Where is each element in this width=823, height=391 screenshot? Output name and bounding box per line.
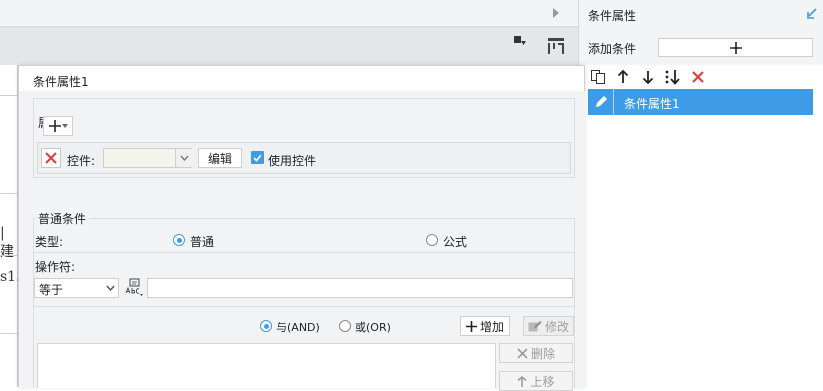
collapse-arrow-icon[interactable]: [552, 7, 560, 19]
arrow-up-icon: [517, 375, 528, 387]
operator-label: 操作符:: [35, 260, 76, 274]
control-select[interactable]: [103, 148, 192, 168]
type-formula-label: 公式: [443, 235, 468, 249]
remove-control-button[interactable]: [41, 148, 61, 168]
close-icon: [45, 152, 57, 164]
delete-button[interactable]: 删除: [499, 343, 573, 363]
add-control-button[interactable]: [43, 116, 73, 136]
pane-title: 条件属性: [588, 9, 637, 23]
condition-list[interactable]: [37, 343, 496, 388]
modify-button-label: 修改: [544, 319, 569, 334]
modify-button[interactable]: 修改: [523, 316, 574, 336]
logic-and-radio[interactable]: [260, 320, 272, 332]
edit-button-label: 编辑: [207, 151, 232, 166]
condition-toolbar: [588, 67, 708, 87]
type-normal-label: 普通: [190, 235, 215, 249]
copy-icon[interactable]: [588, 67, 608, 87]
dialog-title: 条件属性1: [33, 75, 89, 89]
close-icon: [517, 347, 528, 359]
operator-value-input[interactable]: [147, 278, 573, 298]
plus-icon: [729, 41, 742, 54]
background-sheet-strip: |建 s1.: [0, 65, 21, 387]
type-formula-radio[interactable]: [426, 234, 438, 246]
add-condition-row: 添加条件: [579, 30, 823, 65]
add-condition-button[interactable]: [658, 38, 813, 57]
chevron-down-icon[interactable]: [102, 279, 119, 297]
condition-properties-pane: 条件属性 添加条件 条件属性1: [578, 0, 823, 387]
list-item[interactable]: 条件属性1: [588, 89, 813, 115]
logic-and-label: 与(AND): [276, 321, 320, 334]
use-control-label: 使用控件: [268, 154, 317, 168]
move-down-icon[interactable]: [638, 67, 658, 87]
value-type-icon[interactable]: [124, 277, 144, 297]
logic-or-label: 或(OR): [355, 321, 391, 334]
type-normal-radio[interactable]: [173, 234, 185, 246]
move-up-icon[interactable]: [613, 67, 633, 87]
add-condition-label: 添加条件: [588, 42, 637, 56]
move-to-bottom-icon[interactable]: [663, 67, 683, 87]
delete-button-label: 删除: [530, 346, 555, 361]
modify-icon: [528, 320, 542, 332]
divider: [33, 252, 575, 253]
move-up-button[interactable]: 上移: [499, 371, 573, 391]
edit-button[interactable]: 编辑: [198, 148, 242, 168]
operator-select[interactable]: 等于: [34, 278, 119, 298]
edit-pencil-icon: [588, 89, 614, 115]
delete-icon[interactable]: [688, 67, 708, 87]
pane-header: 条件属性: [579, 0, 823, 30]
list-item-label: 条件属性1: [624, 97, 680, 111]
toolbar-dropdown-icon[interactable]: [513, 35, 527, 47]
background-title-bar: [0, 0, 578, 27]
add-button-label: 增加: [479, 319, 504, 334]
control-label: 控件:: [67, 154, 96, 168]
plus-icon: [465, 320, 477, 332]
chevron-down-icon: [61, 124, 68, 128]
add-condition-item-button[interactable]: 增加: [460, 316, 510, 336]
condition-property-dialog: 条件属性1 属性 控件: 编辑 使用控件 普通条件 类型: 普通 公式 操作符:: [18, 65, 586, 391]
operator-select-value: 等于: [39, 283, 64, 297]
grid-layout-icon[interactable]: [546, 36, 566, 56]
minimize-arrow-icon[interactable]: [806, 8, 818, 20]
type-label: 类型:: [35, 235, 64, 249]
background-toolbar: [0, 27, 578, 65]
use-control-checkbox[interactable]: [251, 151, 264, 164]
logic-or-radio[interactable]: [339, 320, 351, 332]
plus-icon: [48, 120, 61, 132]
normal-condition-legend: 普通条件: [35, 210, 90, 227]
chevron-down-icon[interactable]: [175, 149, 192, 167]
